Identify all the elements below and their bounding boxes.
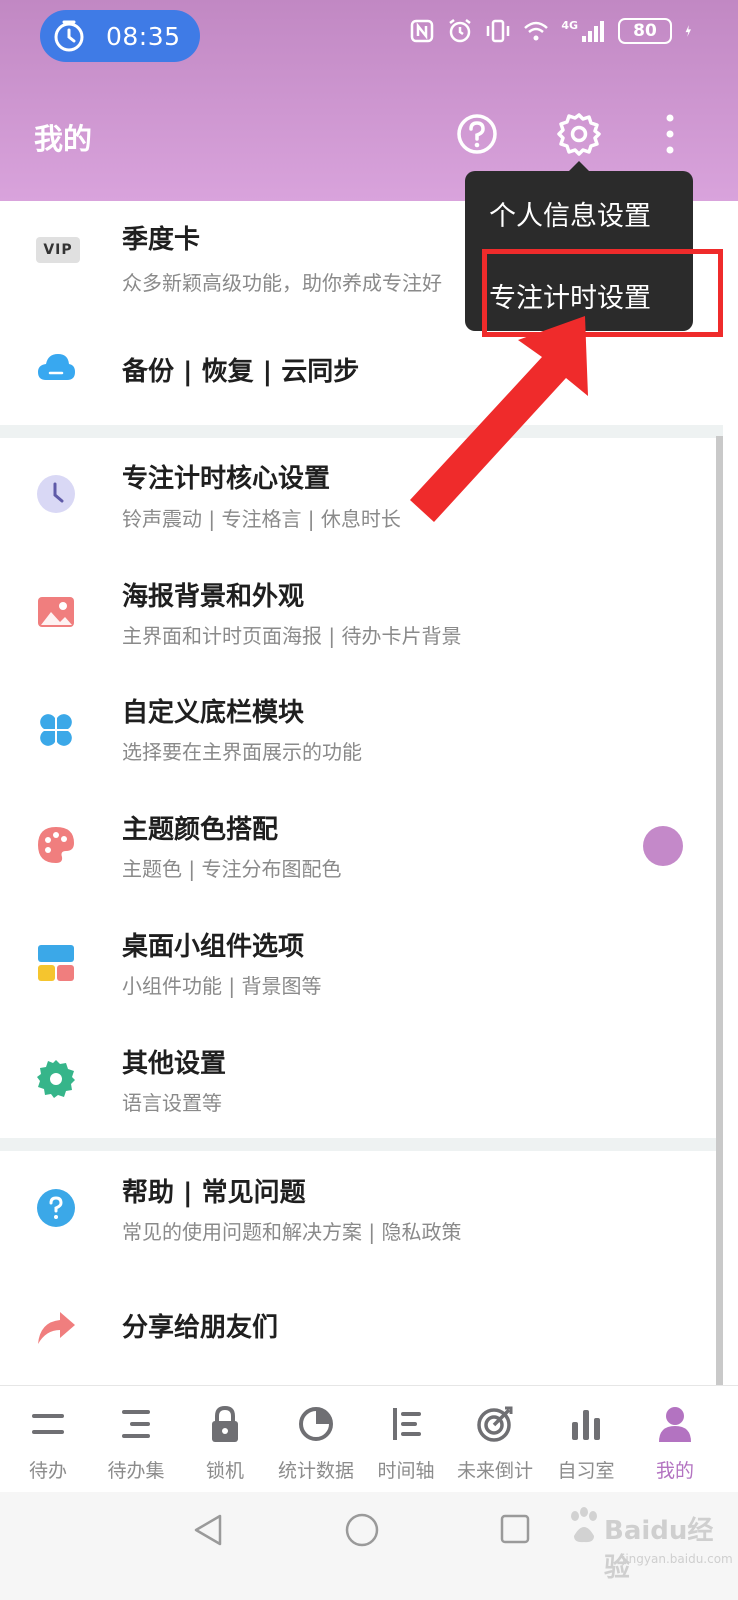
widget-subtitle: 小组件功能 | 背景图等 [122, 974, 322, 998]
nav-item-stats[interactable]: 统计数据 [270, 1404, 362, 1483]
bar-chart-icon [572, 1410, 600, 1440]
vip-icon: VIP [36, 237, 80, 263]
signal-network-label: 4G [561, 18, 578, 32]
widget-icon [38, 945, 74, 981]
theme-subtitle: 主题色 | 专注分布图配色 [122, 857, 342, 881]
focus-settings-subtitle: 铃声震动 | 专注格言 | 休息时长 [122, 507, 401, 531]
question-icon [457, 114, 497, 154]
user-icon [659, 1407, 691, 1442]
poster-title: 海报背景和外观 [122, 582, 305, 612]
nav-label-todo-set: 待办集 [107, 1460, 165, 1482]
pie-chart-icon [299, 1407, 333, 1441]
menu-item-profile-settings[interactable]: 个人信息设置 [489, 194, 651, 233]
gear-icon [557, 113, 601, 156]
settings-button[interactable] [555, 110, 603, 158]
settings-gear-icon [37, 1060, 75, 1098]
nav-label-me: 我的 [655, 1460, 694, 1482]
bottom-bar-title: 自定义底栏模块 [122, 698, 305, 728]
list-item-bottom-bar[interactable]: 自定义底栏模块 选择要在主界面展示的功能 [0, 672, 723, 786]
poster-subtitle: 主界面和计时页面海报 | 待办卡片背景 [122, 624, 462, 648]
baidu-paw-logo [571, 1507, 597, 1543]
scrollbar[interactable] [716, 436, 723, 1386]
help-circle-icon [37, 1189, 75, 1227]
widget-title: 桌面小组件选项 [122, 932, 305, 962]
annotation-arrow [410, 316, 588, 522]
bottom-nav: 待办 待办集 锁机 统计数据 时间轴 未来倒计 自习室 我的 [0, 1385, 738, 1492]
section-divider [0, 1138, 723, 1151]
focus-settings-title: 专注计时核心设置 [122, 464, 331, 494]
image-icon [38, 597, 74, 627]
todo-lines-icon [32, 1414, 64, 1434]
focus-timer-pill[interactable]: 08:35 [40, 10, 200, 62]
nav-item-timeline[interactable]: 时间轴 [360, 1404, 452, 1483]
list-item-share[interactable]: 分享给朋友们 [0, 1272, 723, 1380]
nav-label-study-room: 自习室 [557, 1460, 615, 1482]
home-icon[interactable] [343, 1511, 381, 1549]
nav-label-timeline: 时间轴 [377, 1460, 435, 1482]
other-settings-title: 其他设置 [122, 1049, 227, 1079]
recents-icon[interactable] [498, 1512, 532, 1546]
signal-icon [582, 21, 604, 42]
nav-label-lock: 锁机 [205, 1460, 244, 1482]
list-item-poster[interactable]: 海报背景和外观 主界面和计时页面海报 | 待办卡片背景 [0, 556, 723, 670]
vip-card-subtitle: 众多新颖高级功能，助你养成专注好 [122, 271, 442, 295]
watermark-url: jingyan.baidu.com [622, 1552, 733, 1566]
status-icons: 4G 80 [409, 18, 698, 44]
clock-icon [37, 475, 75, 513]
backup-title: 备份 | 恢复 | 云同步 [122, 357, 360, 387]
share-title: 分享给朋友们 [122, 1313, 279, 1343]
theme-title: 主题颜色搭配 [122, 815, 279, 845]
wifi-icon [524, 21, 549, 41]
list-item-other-settings[interactable]: 其他设置 语言设置等 [0, 1023, 723, 1137]
list-item-help[interactable]: 帮助 | 常见问题 常见的使用问题和解决方案 | 隐私政策 [0, 1152, 723, 1266]
palette-icon [38, 827, 74, 863]
more-vertical-icon [666, 114, 674, 154]
nav-item-todo-set[interactable]: 待办集 [90, 1404, 182, 1483]
lock-icon [212, 1405, 238, 1442]
timer-icon [54, 20, 84, 52]
target-icon [477, 1406, 513, 1442]
cloud-icon [38, 354, 75, 380]
nfc-icon [411, 19, 434, 43]
clover-grid-icon [40, 714, 72, 746]
vibrate-icon [487, 19, 510, 43]
nav-label-stats: 统计数据 [277, 1460, 354, 1482]
bottom-bar-subtitle: 选择要在主界面展示的功能 [122, 740, 362, 764]
nav-item-study-room[interactable]: 自习室 [540, 1404, 632, 1483]
status-time: 08:35 [106, 21, 181, 51]
help-subtitle: 常见的使用问题和解决方案 | 隐私政策 [122, 1220, 462, 1244]
nav-item-lock[interactable]: 锁机 [179, 1404, 271, 1483]
timeline-icon [393, 1408, 421, 1440]
nav-item-todo[interactable]: 待办 [2, 1404, 94, 1483]
theme-color-swatch[interactable] [643, 826, 683, 866]
help-title: 帮助 | 常见问题 [122, 1178, 306, 1208]
more-menu-button[interactable] [646, 110, 694, 158]
nav-label-todo: 待办 [28, 1460, 67, 1482]
vip-card-title: 季度卡 [122, 225, 201, 255]
share-arrow-icon [38, 1312, 75, 1344]
todo-set-icon [122, 1410, 150, 1438]
vip-badge-label: VIP [43, 242, 73, 258]
nav-label-countdown: 未来倒计 [456, 1460, 533, 1482]
page-title: 我的 [34, 122, 93, 156]
watermark-text: Baidu经验 [604, 1516, 714, 1583]
other-settings-subtitle: 语言设置等 [122, 1091, 222, 1115]
alarm-icon [449, 19, 472, 43]
nav-item-countdown[interactable]: 未来倒计 [449, 1404, 541, 1483]
list-item-widget[interactable]: 桌面小组件选项 小组件功能 | 背景图等 [0, 906, 723, 1020]
back-icon[interactable] [190, 1512, 226, 1548]
list-item-theme[interactable]: 主题颜色搭配 主题色 | 专注分布图配色 [0, 789, 723, 903]
help-button[interactable] [453, 110, 501, 158]
battery-indicator: 80 [618, 18, 672, 44]
charging-icon [685, 25, 691, 37]
nav-item-me[interactable]: 我的 [629, 1404, 721, 1483]
